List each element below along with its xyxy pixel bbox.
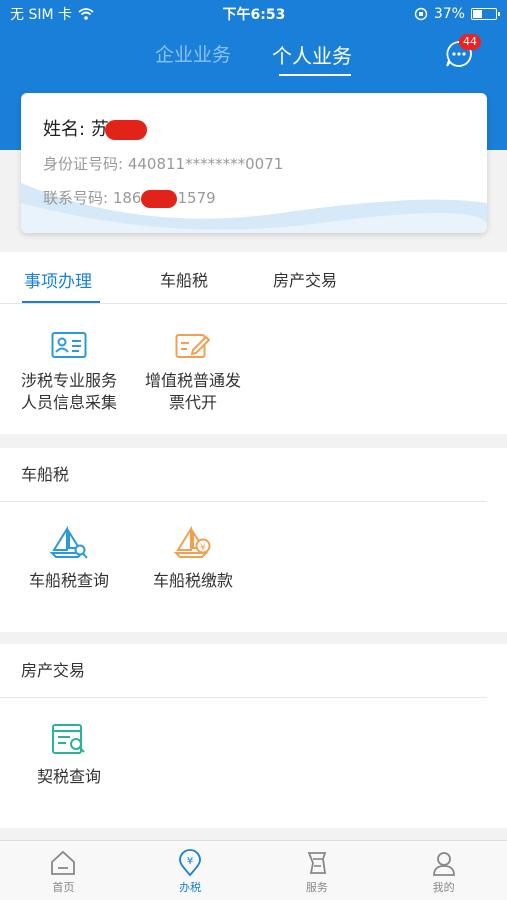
bottom-navigation: 首页 ¥ 办税 服务 我的 [0, 840, 507, 900]
item-vessel-payment[interactable]: ¥ 车船税缴款 [133, 526, 253, 592]
id-card-icon [51, 332, 87, 358]
item-professional-info[interactable]: 涉税专业服务 人员信息采集 [9, 330, 129, 414]
user-icon [432, 852, 455, 876]
tab-property[interactable]: 房产交易 [273, 267, 337, 291]
nav-mine[interactable]: 我的 [380, 841, 507, 900]
wifi-icon [78, 8, 94, 20]
tab-enterprise[interactable]: 企业业务 [155, 40, 231, 67]
item-deed-tax-query[interactable]: 契税查询 [9, 722, 129, 788]
active-tab-indicator [22, 301, 100, 303]
business-tabs: 企业业务 个人业务 [0, 36, 507, 80]
edit-invoice-icon [175, 334, 211, 358]
sailboat-pay-icon: ¥ [173, 526, 211, 558]
phone-number: 联系号码: 186 1579 [43, 189, 216, 208]
item-vessel-query[interactable]: 车船税查询 [9, 526, 129, 592]
status-time: 下午6:53 [222, 7, 286, 23]
service-icon [307, 852, 327, 874]
category-tabs: 事项办理 车船税 房产交易 [0, 252, 507, 304]
vessel-tax-section: 车船税 车船税查询 ¥ 车船税缴款 [0, 448, 507, 632]
user-info-card: 姓名: 苏 身份证号码: 440811********0071 联系号码: 18… [21, 93, 487, 233]
battery-icon [470, 8, 500, 20]
section-title: 车船税 [0, 448, 487, 502]
svg-text:¥: ¥ [200, 543, 206, 553]
redaction-mark [104, 120, 147, 140]
nav-tax[interactable]: ¥ 办税 [127, 841, 254, 900]
item-vat-invoice[interactable]: 增值税普通发 票代开 [133, 330, 253, 414]
user-name: 姓名: 苏 [43, 115, 147, 141]
id-number: 身份证号码: 440811********0071 [43, 155, 284, 173]
svg-text:¥: ¥ [187, 856, 193, 867]
redaction-mark [141, 189, 178, 208]
battery-percent: 37% [433, 6, 465, 22]
property-section: 房产交易 契税查询 [0, 644, 507, 828]
section-title: 房产交易 [0, 644, 487, 698]
sailboat-search-icon [49, 526, 88, 559]
tab-personal[interactable]: 个人业务 [272, 40, 352, 69]
message-badge: 44 [459, 34, 481, 50]
nav-service[interactable]: 服务 [254, 841, 381, 900]
carrier-label: 无 SIM 卡 [10, 7, 72, 23]
active-tab-indicator [279, 74, 351, 76]
status-bar: 无 SIM 卡 下午6:53 37% [0, 0, 507, 28]
orientation-lock-icon [414, 7, 428, 21]
home-icon [51, 850, 76, 875]
tax-location-icon: ¥ [179, 849, 202, 877]
services-panel: 事项办理 车船税 房产交易 涉税专业服务 人员信息采集 增值税普通发 票代开 [0, 252, 507, 434]
nav-home[interactable]: 首页 [0, 841, 127, 900]
tab-matters[interactable]: 事项办理 [24, 267, 92, 292]
tab-vessel-tax[interactable]: 车船税 [160, 267, 208, 291]
document-search-icon [52, 724, 85, 754]
